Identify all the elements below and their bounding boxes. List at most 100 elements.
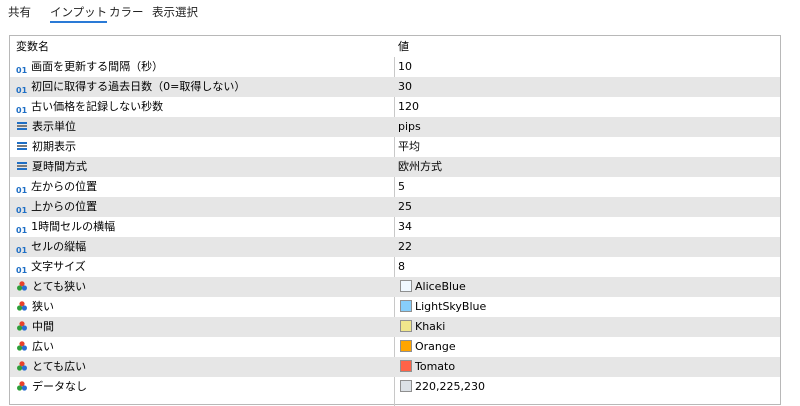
- tab-bar: 共有 インプット カラー 表示選択: [0, 0, 800, 28]
- variable-name-cell: 狭い: [10, 297, 395, 317]
- color-swatch: [400, 380, 412, 392]
- table-row[interactable]: とても狭い AliceBlue: [10, 277, 780, 297]
- table-row[interactable]: 広い Orange: [10, 337, 780, 357]
- color-type-icon: [16, 340, 28, 352]
- variable-name-label: 文字サイズ: [31, 260, 86, 273]
- color-swatch: [400, 280, 412, 292]
- table-row[interactable]: 01 画面を更新する間隔（秒） 10: [10, 57, 780, 77]
- value-cell[interactable]: AliceBlue: [396, 277, 780, 297]
- value-cell[interactable]: LightSkyBlue: [396, 297, 780, 317]
- variable-name-label: とても狭い: [32, 280, 87, 293]
- value-text: 平均: [398, 140, 420, 153]
- integer-type-icon: 01: [16, 86, 28, 95]
- variable-name-cell: 01 上からの位置: [10, 197, 395, 217]
- variable-name-cell: 中間: [10, 317, 395, 337]
- color-swatch: [400, 340, 412, 352]
- value-cell[interactable]: 8: [396, 257, 780, 277]
- table-row[interactable]: 01 古い価格を記録しない秒数 120: [10, 97, 780, 117]
- variable-name-cell: データなし: [10, 377, 395, 397]
- variable-name-cell: 01 左からの位置: [10, 177, 395, 197]
- variable-name-cell: 01 古い価格を記録しない秒数: [10, 97, 395, 117]
- value-cell[interactable]: 平均: [396, 137, 780, 157]
- value-cell[interactable]: 34: [396, 217, 780, 237]
- value-text: 25: [398, 200, 412, 213]
- color-swatch: [400, 320, 412, 332]
- variable-name-cell: 夏時間方式: [10, 157, 395, 177]
- tab-share[interactable]: 共有: [8, 3, 31, 21]
- table-row[interactable]: 01 文字サイズ 8: [10, 257, 780, 277]
- variable-name-label: 表示単位: [32, 120, 76, 133]
- table-row[interactable]: 01 セルの縦幅 22: [10, 237, 780, 257]
- header-value[interactable]: 値: [396, 36, 780, 57]
- integer-type-icon: 01: [16, 106, 28, 115]
- value-cell[interactable]: Tomato: [396, 357, 780, 377]
- color-type-icon: [16, 300, 28, 312]
- table-row[interactable]: データなし 220,225,230: [10, 377, 780, 397]
- variable-name-label: 夏時間方式: [32, 160, 87, 173]
- variable-name-cell: 01 画面を更新する間隔（秒）: [10, 57, 395, 77]
- variable-name-label: 初期表示: [32, 140, 76, 153]
- value-cell[interactable]: 220,225,230: [396, 377, 780, 397]
- value-cell[interactable]: 5: [396, 177, 780, 197]
- variable-name-label: 上からの位置: [31, 200, 98, 213]
- value-text: Orange: [415, 340, 456, 353]
- tab-color[interactable]: カラー: [109, 3, 144, 21]
- variable-name-label: 古い価格を記録しない秒数: [31, 100, 164, 113]
- table-row[interactable]: 夏時間方式 欧州方式: [10, 157, 780, 177]
- color-type-icon: [16, 380, 28, 392]
- value-text: 34: [398, 220, 412, 233]
- enum-type-icon: [16, 120, 28, 132]
- value-text: Khaki: [415, 320, 446, 333]
- value-cell[interactable]: Khaki: [396, 317, 780, 337]
- variable-name-label: 中間: [32, 320, 54, 333]
- value-text: pips: [398, 120, 421, 133]
- table-row[interactable]: 01 上からの位置 25: [10, 197, 780, 217]
- variable-name-cell: とても広い: [10, 357, 395, 377]
- value-cell[interactable]: Orange: [396, 337, 780, 357]
- variable-name-cell: 表示単位: [10, 117, 395, 137]
- integer-type-icon: 01: [16, 66, 28, 75]
- color-type-icon: [16, 280, 28, 292]
- color-type-icon: [16, 320, 28, 332]
- variable-name-label: 左からの位置: [31, 180, 98, 193]
- table-row[interactable]: とても広い Tomato: [10, 357, 780, 377]
- variable-name-label: データなし: [32, 380, 87, 393]
- integer-type-icon: 01: [16, 206, 28, 215]
- variable-name-cell: 初期表示: [10, 137, 395, 157]
- variable-name-label: とても広い: [32, 360, 87, 373]
- tab-input[interactable]: インプット: [50, 3, 108, 23]
- table-row[interactable]: 01 1時間セルの横幅 34: [10, 217, 780, 237]
- value-cell[interactable]: 25: [396, 197, 780, 217]
- table-row[interactable]: 01 初回に取得する過去日数（0=取得しない） 30: [10, 77, 780, 97]
- variable-name-cell: とても狭い: [10, 277, 395, 297]
- variable-name-cell: 01 セルの縦幅: [10, 237, 395, 257]
- variable-name-cell: 広い: [10, 337, 395, 357]
- integer-type-icon: 01: [16, 266, 28, 275]
- value-cell[interactable]: 欧州方式: [396, 157, 780, 177]
- input-parameters-grid: 変数名 値 01 画面を更新する間隔（秒） 10 01 初回に取得する過去日数（0=取得…: [9, 35, 781, 406]
- value-text: 30: [398, 80, 412, 93]
- table-row[interactable]: 狭い LightSkyBlue: [10, 297, 780, 317]
- value-text: Tomato: [415, 360, 456, 373]
- variable-name-label: 初回に取得する過去日数（0=取得しない）: [31, 80, 246, 93]
- table-row[interactable]: 表示単位 pips: [10, 117, 780, 137]
- color-swatch: [400, 300, 412, 312]
- enum-type-icon: [16, 140, 28, 152]
- table-row[interactable]: 01 左からの位置 5: [10, 177, 780, 197]
- header-variable-name[interactable]: 変数名: [10, 36, 395, 57]
- table-row[interactable]: 中間 Khaki: [10, 317, 780, 337]
- value-cell[interactable]: pips: [396, 117, 780, 137]
- variable-name-label: 1時間セルの横幅: [31, 220, 116, 233]
- value-cell[interactable]: 30: [396, 77, 780, 97]
- value-cell[interactable]: 22: [396, 237, 780, 257]
- value-cell[interactable]: 10: [396, 57, 780, 77]
- value-text: LightSkyBlue: [415, 300, 487, 313]
- table-row[interactable]: 初期表示 平均: [10, 137, 780, 157]
- integer-type-icon: 01: [16, 246, 28, 255]
- tab-display-select[interactable]: 表示選択: [152, 3, 198, 21]
- color-type-icon: [16, 360, 28, 372]
- variable-name-cell: 01 1時間セルの横幅: [10, 217, 395, 237]
- integer-type-icon: 01: [16, 186, 28, 195]
- table-header-row: 変数名 値: [10, 36, 780, 57]
- value-cell[interactable]: 120: [396, 97, 780, 117]
